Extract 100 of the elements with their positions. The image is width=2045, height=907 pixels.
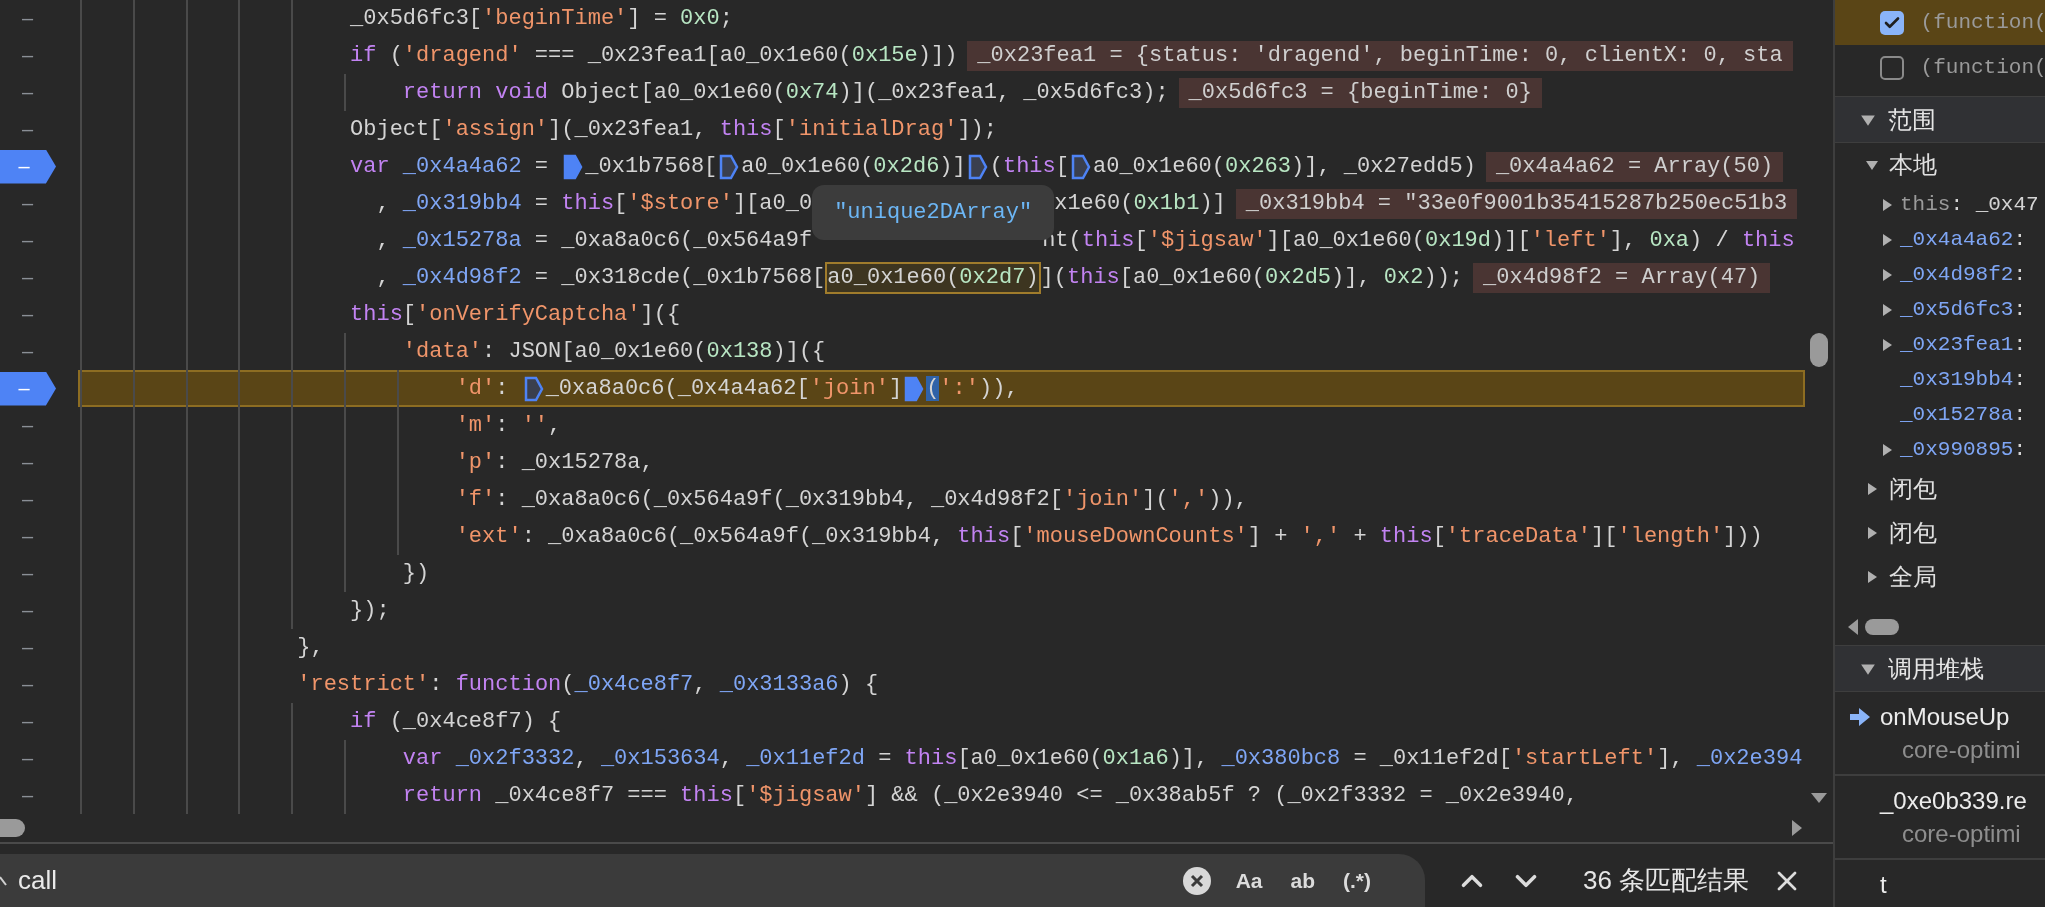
breakpoint-marker[interactable]: –	[0, 371, 56, 406]
code-text: x1e60(0x1b1)]	[1054, 191, 1226, 216]
line-marker[interactable]: –	[0, 784, 55, 807]
scope-variable[interactable]: _0x15278a:	[1900, 403, 2027, 426]
collapsed-triangle-icon[interactable]	[1880, 197, 1894, 212]
collapsed-triangle-icon[interactable]	[1865, 526, 1879, 540]
code-text: var _0x2f3332, _0x153634, _0x11ef2d = this[a0_0x1e60(0x1a6)], _0x380bc8 = _0x11ef2d['startLeft'], _0x2e394	[402, 746, 1803, 771]
expanded-triangle-icon[interactable]	[1865, 158, 1879, 172]
code-text: });	[350, 598, 390, 623]
inline-breakpoint-icon[interactable]	[967, 153, 988, 180]
scrollbar-thumb[interactable]	[1810, 333, 1828, 367]
code-text: _0x5d6fc3['beginTime'] = 0x0;	[350, 6, 733, 31]
search-option-button[interactable]: (.*)	[1337, 868, 1377, 893]
scroll-right-icon[interactable]	[1791, 819, 1803, 837]
code-text: })	[402, 561, 430, 586]
scope-variable[interactable]: _0x4a4a62:	[1900, 228, 2027, 251]
line-marker[interactable]: –	[0, 451, 55, 474]
code-text: 'm': '',	[455, 413, 562, 438]
line-marker[interactable]: –	[0, 266, 55, 289]
line-marker[interactable]: –	[0, 229, 55, 252]
code-text: },	[297, 635, 324, 660]
call-stack-row[interactable]: _0xe0b339.re core-optimi	[1835, 776, 2045, 860]
line-marker[interactable]: –	[0, 340, 55, 363]
collapsed-triangle-icon[interactable]	[1880, 337, 1894, 352]
line-marker[interactable]: –	[0, 81, 55, 104]
code-text: (':')),	[926, 376, 1019, 401]
line-marker[interactable]: –	[0, 673, 55, 696]
inline-breakpoint-icon[interactable]	[904, 375, 925, 402]
breakpoint-marker[interactable]: –	[0, 149, 56, 184]
line-marker[interactable]: –	[0, 636, 55, 659]
line-marker[interactable]: –	[0, 414, 55, 437]
line-marker[interactable]: –	[0, 7, 55, 30]
line-marker[interactable]: –	[0, 488, 55, 511]
collapsed-triangle-icon[interactable]	[1880, 442, 1894, 457]
scope-group-label[interactable]: 全局	[1889, 561, 1937, 593]
collapsed-triangle-icon[interactable]	[1880, 232, 1894, 247]
code-text: 'd':	[455, 376, 510, 401]
scope-section-header[interactable]: 范围	[1835, 96, 2045, 143]
line-marker[interactable]: –	[0, 710, 55, 733]
collapsed-triangle-icon[interactable]	[1880, 267, 1894, 282]
scope-variable[interactable]: _0x990895:	[1900, 438, 2027, 461]
line-marker[interactable]: –	[0, 303, 55, 326]
scope-group-label[interactable]: 闭包	[1889, 517, 1937, 549]
code-text: _0xa8a0c6(_0x4a4a62['join']	[545, 376, 903, 401]
line-marker[interactable]: –	[0, 118, 55, 141]
inline-value: _0x4a4a62 = Array(50)	[1485, 151, 1784, 182]
call-stack-section-header[interactable]: 调用堆栈	[1835, 645, 2045, 692]
scope-group-label[interactable]: 本地	[1889, 149, 1937, 181]
clear-search-button[interactable]	[1181, 865, 1212, 896]
search-option-button[interactable]: ab	[1284, 868, 1321, 893]
inline-value: _0x4d98f2 = Array(47)	[1473, 262, 1771, 293]
call-stack-row[interactable]: t	[1835, 860, 2045, 907]
collapsed-triangle-icon[interactable]	[1865, 482, 1879, 496]
line-marker[interactable]: –	[0, 747, 55, 770]
line-marker[interactable]: –	[0, 562, 55, 585]
checkbox[interactable]	[1880, 55, 1904, 80]
call-stack-row[interactable]: onMouseUp core-optimi	[1835, 692, 2045, 776]
call-frame-name[interactable]: onMouseUp	[1880, 703, 2010, 731]
scrollbar-thumb[interactable]	[1865, 619, 1899, 635]
code-text: (this[	[989, 154, 1069, 179]
inline-breakpoint-icon[interactable]	[719, 153, 740, 180]
scope-group-label[interactable]: 闭包	[1889, 473, 1937, 505]
call-frame-name[interactable]: t	[1880, 871, 1887, 899]
search-field[interactable]: call Aa ab (.*)	[0, 854, 1425, 907]
scope-variable[interactable]: _0x23fea1:	[1900, 333, 2027, 356]
code-text: , _0x4d98f2 = _0x318cde(_0x1b7568[	[376, 265, 826, 290]
code-text: return _0x4ce8f7 === this['$jigsaw'] && (_0x2e3940 <= _0x38ab5f ? (_0x2f3332 = _0x2e3940,	[402, 783, 1578, 808]
code-text: , _0x319bb4 = this['$store'][a0_0	[376, 191, 813, 216]
collapsed-triangle-icon[interactable]	[1880, 302, 1894, 317]
line-marker[interactable]: –	[0, 44, 55, 67]
code-text: 'data': JSON[a0_0x1e60(0x138)]({	[402, 339, 826, 364]
code-text: 'f': _0xa8a0c6(_0x564a9f(_0x319bb4, _0x4d98f2['join'](',')),	[455, 487, 1248, 512]
code-text: 'ext': _0xa8a0c6(_0x564a9f(_0x319bb4, this['mouseDownCounts'] + ',' + this['traceData']['length']))	[455, 524, 1763, 549]
scope-variable[interactable]: _0x319bb4:	[1900, 368, 2027, 391]
hovered-expression: a0_0x1e60(0x2d7)	[825, 261, 1041, 294]
scope-variable[interactable]: _0x4d98f2:	[1900, 263, 2027, 286]
code-text: , _0x15278a = _0xa8a0c6(_0x564a9f	[376, 228, 813, 253]
search-option-button[interactable]: Aa	[1229, 868, 1269, 893]
scope-variable[interactable]: this: _0x47	[1900, 193, 2039, 216]
line-marker[interactable]: –	[0, 525, 55, 548]
code-text: a0_0x1e60(0x263)], _0x27edd5)	[1093, 154, 1476, 179]
scroll-left-icon[interactable]	[1847, 618, 1859, 636]
code-text: ](this[a0_0x1e60(0x2d5)], 0x2));	[1040, 265, 1464, 290]
checkbox[interactable]	[1880, 10, 1904, 35]
code-text: a0_0x1e60(0x2d6)]	[741, 154, 966, 179]
scrollbar-thumb[interactable]	[0, 819, 25, 837]
call-frame-name[interactable]: _0xe0b339.re	[1880, 787, 2027, 815]
line-marker[interactable]: –	[0, 192, 55, 215]
scroll-down-icon[interactable]	[1810, 792, 1828, 805]
inline-breakpoint-icon[interactable]	[523, 375, 544, 402]
breakpoint-row[interactable]: (function(	[1835, 45, 2045, 90]
inline-breakpoint-icon[interactable]	[563, 153, 584, 180]
code-text: if ('dragend' === _0x23fea1[a0_0x1e60(0x15e)])	[350, 43, 958, 68]
line-marker[interactable]: –	[0, 599, 55, 622]
inline-breakpoint-icon[interactable]	[1071, 153, 1091, 180]
match-count: 36 条匹配结果	[1583, 864, 1750, 897]
code-text: var _0x4a4a62 =	[350, 154, 550, 179]
call-frame-file: core-optimi	[1901, 819, 2022, 849]
scope-variable[interactable]: _0x5d6fc3:	[1900, 298, 2027, 321]
collapsed-triangle-icon[interactable]	[1865, 570, 1879, 584]
